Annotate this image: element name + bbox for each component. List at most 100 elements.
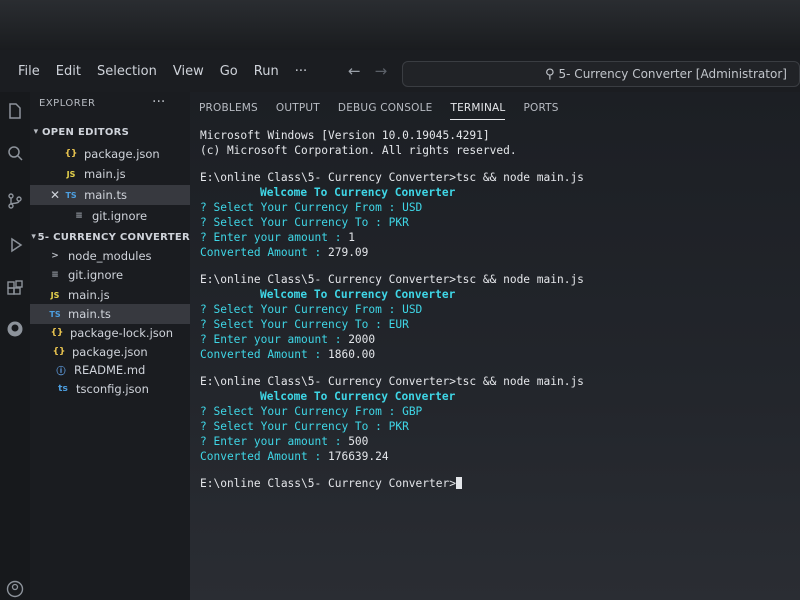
menu-go[interactable]: Go [212,64,246,79]
terminal-panel: PROBLEMS OUTPUT DEBUG CONSOLE TERMINAL P… [190,92,800,600]
file-label: main.ts [84,188,127,202]
open-editors-label: OPEN EDITORS [42,126,130,138]
file-package-lock-json[interactable]: {} package-lock.json [30,323,190,343]
tab-output[interactable]: OUTPUT [267,92,329,124]
tab-problems[interactable]: PROBLEMS [190,92,267,124]
window-title: 5- Currency Converter [Administrator] [558,67,787,81]
open-editor-git-ignore[interactable]: ≡ git.ignore [30,206,190,226]
question-amount: ? Enter your amount : 1 [200,231,355,244]
account-icon[interactable] [4,578,26,600]
folder-node-modules[interactable]: > node_modules [30,246,190,266]
converted-amount: Converted Amount : 1860.00 [200,348,376,361]
welcome-line: Welcome To Currency Converter [260,390,456,403]
file-label: README.md [74,363,146,377]
question-from: ? Select Your Currency From : USD [200,201,423,214]
file-label: tsconfig.json [76,382,149,396]
question-to: ? Select Your Currency To : PKR [200,216,409,229]
tab-ports[interactable]: PORTS [514,92,567,124]
file-label: git.ignore [68,268,124,282]
explorer-more-icon[interactable]: ··· [152,94,165,110]
terminal-header-copyright: (c) Microsoft Corporation. All rights re… [200,144,517,157]
menu-selection[interactable]: Selection [89,64,165,79]
json-file-icon: {} [52,347,66,357]
menu-view[interactable]: View [165,64,212,79]
file-label: main.js [68,288,110,302]
terminal-cursor [455,477,462,489]
ts-file-icon: TS [65,190,77,200]
terminal-prompt: E:\online Class\5- Currency Converter>ts… [200,375,584,388]
source-control-icon[interactable] [4,190,26,212]
file-label: main.ts [68,307,111,321]
extensions-icon[interactable] [4,278,26,300]
menu-run[interactable]: Run [246,64,287,79]
file-main-ts[interactable]: TS main.ts [30,304,190,324]
question-from: ? Select Your Currency From : GBP [200,405,423,418]
project-label: 5- CURRENCY CONVERTER [37,231,190,243]
nav-arrows: ← → [348,62,387,80]
menu-edit[interactable]: Edit [48,64,89,79]
file-git-ignore[interactable]: ≡ git.ignore [30,265,190,285]
json-file-icon: {} [50,328,64,338]
terminal-prompt: E:\online Class\5- Currency Converter>ts… [200,171,584,184]
back-arrow-icon[interactable]: ← [348,62,361,80]
git-file-icon: ≡ [51,270,59,280]
explorer-icon[interactable] [4,100,26,122]
welcome-line: Welcome To Currency Converter [260,186,456,199]
open-editor-main-ts[interactable]: ✕ TS main.ts [30,185,190,205]
terminal-final-prompt: E:\online Class\5- Currency Converter> [200,476,800,491]
converted-amount: Converted Amount : 176639.24 [200,450,389,463]
title-bar: File Edit Selection View Go Run ··· ← → … [0,50,800,92]
json-file-icon: {} [64,149,78,159]
question-to: ? Select Your Currency To : PKR [200,420,409,433]
search-icon: ⚲ [545,66,555,82]
close-icon[interactable]: ✕ [50,188,60,202]
tab-terminal[interactable]: TERMINAL [441,92,514,124]
terminal-header-version: Microsoft Windows [Version 10.0.19045.42… [200,129,490,142]
project-section[interactable]: ▾ 5- CURRENCY CONVERTER [30,227,190,247]
js-file-icon: JS [50,290,60,300]
monitor-bezel [0,0,800,50]
js-file-icon: JS [66,169,76,179]
welcome-line: Welcome To Currency Converter [260,288,456,301]
tab-debug-console[interactable]: DEBUG CONSOLE [329,92,442,124]
run-debug-icon[interactable] [4,234,26,256]
file-label: git.ignore [92,209,148,223]
file-label: package.json [84,147,160,161]
search-icon[interactable] [4,142,26,164]
menu-more[interactable]: ··· [287,64,315,79]
question-amount: ? Enter your amount : 500 [200,435,369,448]
forward-arrow-icon[interactable]: → [375,62,388,80]
chevron-down-icon: ▾ [33,127,39,137]
explorer-sidebar: EXPLORER ··· ▾ OPEN EDITORS {} package.j… [30,92,190,600]
open-editor-main-js[interactable]: JS main.js [30,164,190,184]
file-label: main.js [84,167,126,181]
converted-amount: Converted Amount : 279.09 [200,246,369,259]
ts-file-icon: TS [49,309,61,319]
chevron-down-icon: ▾ [31,232,37,242]
question-amount: ? Enter your amount : 2000 [200,333,376,346]
command-center[interactable]: ⚲ 5- Currency Converter [Administrator] [402,61,800,87]
chevron-right-icon: > [51,251,59,261]
menu-file[interactable]: File [10,64,48,79]
file-label: package-lock.json [70,326,174,340]
file-package-json[interactable]: {} package.json [30,342,190,362]
file-main-js[interactable]: JS main.js [30,285,190,305]
file-label: package.json [72,345,148,359]
open-editors-section[interactable]: ▾ OPEN EDITORS [30,122,190,142]
terminal-prompt: E:\online Class\5- Currency Converter>ts… [200,273,584,286]
file-tsconfig[interactable]: ts tsconfig.json [30,379,190,399]
info-icon: ⓘ [56,366,66,377]
file-readme[interactable]: ⓘ README.md [30,360,190,380]
tsconfig-file-icon: ts [58,384,68,394]
panel-tabs: PROBLEMS OUTPUT DEBUG CONSOLE TERMINAL P… [190,92,800,124]
file-label: node_modules [68,249,152,263]
open-editor-package-json[interactable]: {} package.json [30,144,190,164]
explorer-title: EXPLORER [39,98,96,109]
question-to: ? Select Your Currency To : EUR [200,318,409,331]
github-icon[interactable] [4,318,26,340]
question-from: ? Select Your Currency From : USD [200,303,423,316]
terminal-output[interactable]: Microsoft Windows [Version 10.0.19045.42… [200,128,800,600]
menu-bar: File Edit Selection View Go Run ··· [10,64,315,79]
git-file-icon: ≡ [75,211,83,221]
activity-bar [0,92,30,600]
